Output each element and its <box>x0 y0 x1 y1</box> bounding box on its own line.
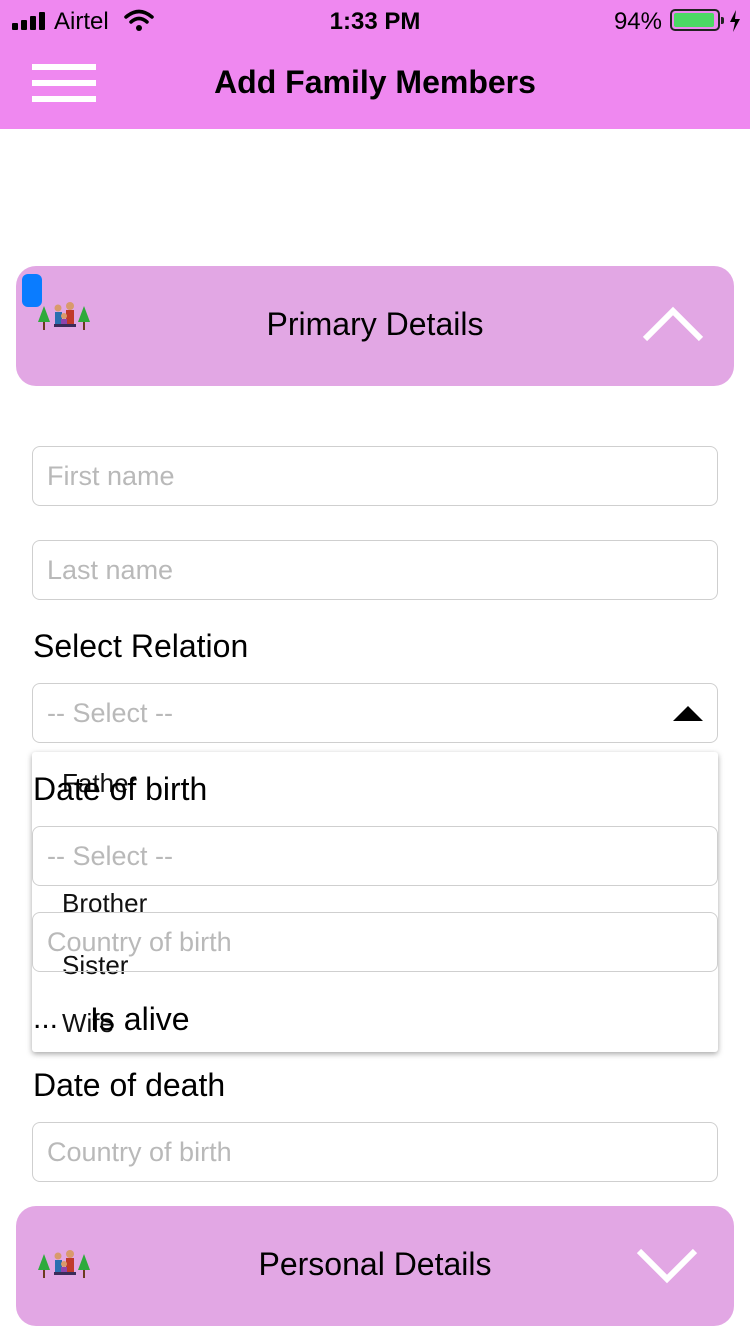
app-header: Airtel 1:33 PM 94% Add Family Members <box>0 0 750 129</box>
relation-label: Select Relation <box>33 628 249 664</box>
caret-up-icon <box>673 706 703 721</box>
focus-indicator <box>22 274 42 307</box>
dod-country-input[interactable]: Country of birth <box>32 1122 718 1182</box>
dod-label: Date of death <box>33 1067 226 1103</box>
status-bar: Airtel 1:33 PM 94% <box>0 0 750 42</box>
primary-details-header[interactable]: Primary Details <box>16 266 734 386</box>
primary-details-title: Primary Details <box>266 306 484 342</box>
dob-select[interactable]: -- Select -- <box>32 826 718 886</box>
dod-country-placeholder: Country of birth <box>47 1137 232 1167</box>
page-title: Add Family Members <box>214 64 536 100</box>
last-name-placeholder: Last name <box>47 555 174 585</box>
ellipsis-text: ... <box>33 1002 59 1035</box>
is-alive-label[interactable]: Is alive <box>90 1001 190 1038</box>
battery-icon <box>670 9 724 31</box>
country-of-birth-input[interactable]: Country of birth <box>32 912 718 972</box>
last-name-input[interactable]: Last name <box>32 540 718 600</box>
dob-label: Date of birth <box>33 771 208 807</box>
chevron-up-icon[interactable] <box>642 306 704 342</box>
personal-details-header[interactable]: Personal Details <box>16 1206 734 1326</box>
first-name-input[interactable]: First name <box>32 446 718 506</box>
relation-select[interactable]: -- Select -- <box>32 683 718 743</box>
country-of-birth-placeholder: Country of birth <box>47 927 232 957</box>
battery-percent: 94% <box>613 8 662 35</box>
first-name-placeholder: First name <box>47 461 175 491</box>
dob-placeholder: -- Select -- <box>47 841 174 871</box>
chevron-down-icon[interactable] <box>636 1248 698 1284</box>
charging-icon <box>730 10 740 32</box>
personal-details-title: Personal Details <box>258 1246 492 1282</box>
relation-placeholder: -- Select -- <box>47 698 174 728</box>
